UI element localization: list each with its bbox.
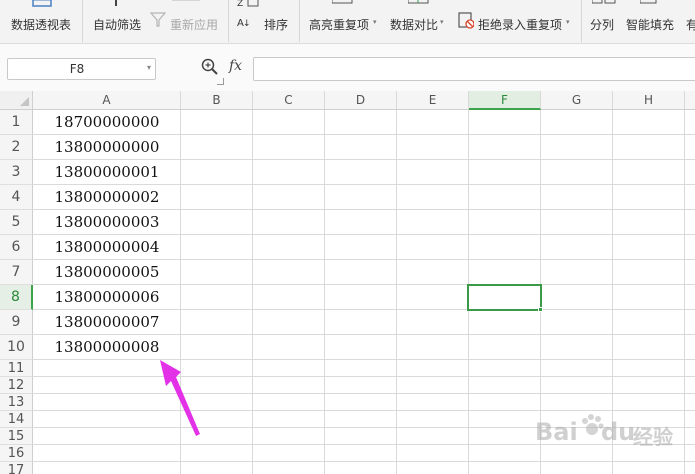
chevron-down-icon: ▾: [440, 18, 444, 26]
reject-duplicates-icon: [458, 12, 474, 29]
reject-duplicates-top-icon: [464, 0, 524, 4]
reapply-button[interactable]: 重新应用: [148, 0, 224, 44]
row-header-16[interactable]: 16: [0, 445, 33, 462]
fill-handle[interactable]: [538, 307, 543, 312]
svg-text:Z: Z: [237, 0, 243, 9]
pivot-table-label: 数据透视表: [11, 18, 72, 32]
chevron-down-icon: ▾: [146, 63, 151, 72]
data-compare-label: 数据对比: [390, 18, 439, 32]
highlight-duplicates-button[interactable]: 高亮重复项 ▾: [306, 0, 382, 44]
split-column-icon: [592, 0, 616, 4]
ribbon-toolbar: 数据透视表 自动筛选 重新应用 Z A ↓ 排序 高亮重复项 ▾ 数据对比 ▾ …: [0, 0, 695, 44]
data-compare-button[interactable]: 数据对比 ▾: [388, 0, 450, 44]
column-header-f[interactable]: F: [469, 91, 541, 110]
watermark-text-bai: Bai: [535, 418, 578, 446]
cell-a10[interactable]: 13800000008: [34, 338, 180, 356]
column-header-next[interactable]: [685, 91, 695, 110]
formula-input[interactable]: [253, 57, 695, 81]
cell-a1[interactable]: 18700000000: [34, 113, 180, 131]
highlight-duplicates-label: 高亮重复项: [309, 18, 370, 32]
truncated-ribbon-button[interactable]: 有: [684, 0, 695, 44]
column-header-c[interactable]: C: [253, 91, 325, 110]
row-header-13[interactable]: 13: [0, 394, 33, 411]
select-all-corner[interactable]: [0, 91, 33, 110]
truncated-ribbon-label: 有: [686, 18, 695, 32]
pivot-table-button[interactable]: 数据透视表: [8, 0, 78, 44]
cell-a3[interactable]: 13800000001: [34, 163, 180, 181]
row-header-4[interactable]: 4: [0, 185, 33, 210]
cell-a5[interactable]: 13800000003: [34, 213, 180, 231]
resize-handle-icon[interactable]: [217, 78, 224, 85]
active-cell-f8[interactable]: [467, 284, 542, 311]
chevron-down-icon: ▾: [566, 18, 570, 26]
row-header-8[interactable]: 8: [0, 285, 33, 310]
row-header-5[interactable]: 5: [0, 210, 33, 235]
pivot-table-icon: [32, 0, 52, 7]
name-box[interactable]: F8 ▾: [7, 58, 156, 80]
sort-icon: Z A ↓: [237, 0, 259, 28]
cell-a2[interactable]: 13800000000: [34, 138, 180, 156]
chevron-down-icon: ▾: [373, 18, 377, 26]
svg-text:↓: ↓: [243, 19, 251, 28]
cell-a4[interactable]: 13800000002: [34, 188, 180, 206]
row-header-9[interactable]: 9: [0, 310, 33, 335]
row-header-11[interactable]: 11: [0, 360, 33, 377]
reject-duplicate-entry-button[interactable]: 拒绝录入重复项 ▾: [456, 0, 576, 44]
sort-button[interactable]: Z A ↓ 排序: [234, 0, 294, 44]
row-header-7[interactable]: 7: [0, 260, 33, 285]
data-compare-icon: [408, 0, 429, 4]
column-header-h[interactable]: H: [613, 91, 685, 110]
split-column-label: 分列: [590, 18, 615, 32]
cell-a7[interactable]: 13800000005: [34, 263, 180, 281]
reapply-label: 重新应用: [170, 18, 219, 32]
sort-label: 排序: [264, 18, 289, 32]
cell-a8[interactable]: 13800000006: [34, 288, 180, 306]
row-header-15[interactable]: 15: [0, 428, 33, 445]
watermark-text-du: du: [601, 418, 636, 446]
column-header-e[interactable]: E: [397, 91, 469, 110]
fx-icon[interactable]: fx: [229, 58, 242, 74]
watermark-text-jingyan: 经验: [633, 425, 673, 449]
highlight-duplicates-icon: [332, 0, 353, 4]
zoom-icon[interactable]: [201, 58, 219, 76]
flash-fill-label: 智能填充: [626, 18, 675, 32]
cell-a6[interactable]: 13800000004: [34, 238, 180, 256]
flash-fill-icon: [640, 0, 657, 4]
auto-filter-button[interactable]: 自动筛选: [90, 0, 146, 44]
column-header-b[interactable]: B: [181, 91, 253, 110]
row-header-10[interactable]: 10: [0, 335, 33, 360]
name-box-value: F8: [69, 62, 85, 76]
baidu-watermark: Bai du 经验: [535, 412, 685, 457]
row-header-6[interactable]: 6: [0, 235, 33, 260]
column-header-d[interactable]: D: [325, 91, 397, 110]
row-header-1[interactable]: 1: [0, 110, 33, 135]
column-header-a[interactable]: A: [33, 91, 181, 110]
row-header-17[interactable]: 17: [0, 462, 33, 474]
row-header-12[interactable]: 12: [0, 377, 33, 394]
filter-icon: [115, 0, 117, 6]
reapply-filter-icon: [150, 12, 166, 27]
column-header-g[interactable]: G: [541, 91, 613, 110]
reject-duplicate-entry-label: 拒绝录入重复项: [478, 18, 563, 32]
reapply-top-icon: [172, 0, 200, 1]
formula-bar: F8 ▾ fx: [0, 44, 695, 92]
row-header-2[interactable]: 2: [0, 135, 33, 160]
cell-a9[interactable]: 13800000007: [34, 313, 180, 331]
split-column-button[interactable]: 分列: [588, 0, 620, 44]
row-header-3[interactable]: 3: [0, 160, 33, 185]
auto-filter-label: 自动筛选: [93, 18, 142, 32]
flash-fill-button[interactable]: 智能填充: [624, 0, 680, 44]
row-header-14[interactable]: 14: [0, 411, 33, 428]
